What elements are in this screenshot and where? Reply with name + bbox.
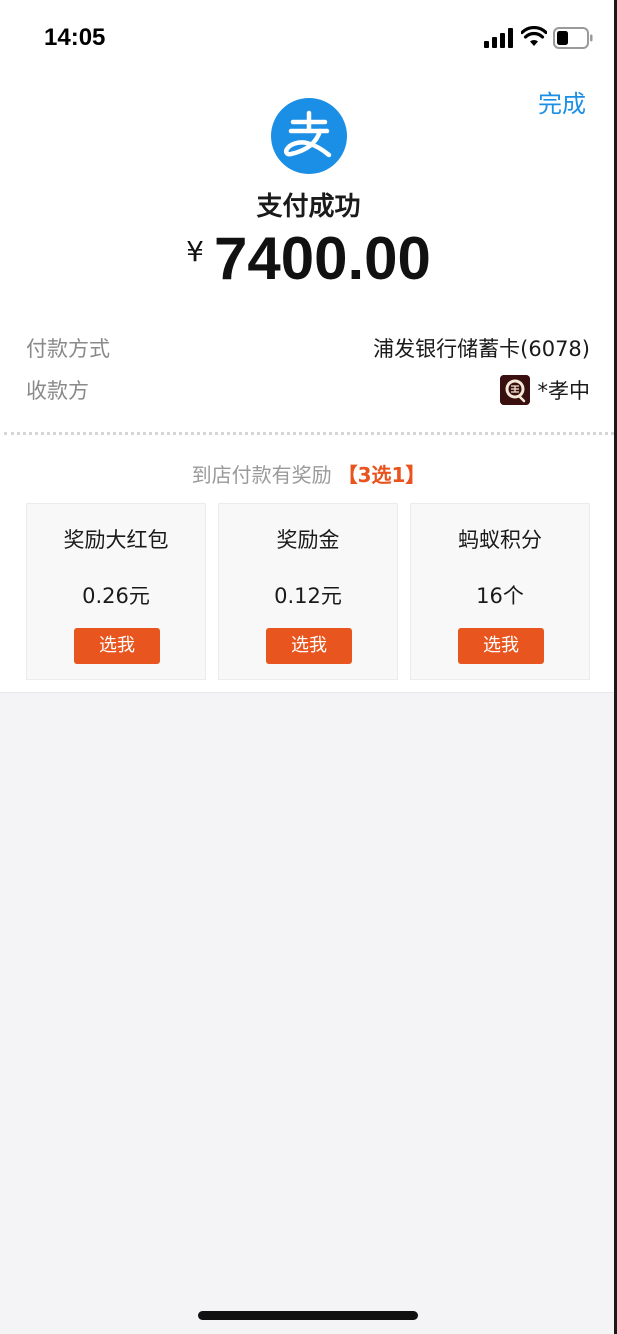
- payment-method-row: 付款方式 浦发银行储蓄卡(6078): [26, 331, 590, 365]
- reward-value: 16个: [476, 584, 524, 608]
- payee-avatar-icon: [499, 375, 530, 405]
- signal-icon: [484, 28, 513, 48]
- amount-value: 7400.00: [213, 225, 431, 292]
- wifi-icon: [521, 26, 547, 46]
- reward-card-ant-points: 蚂蚁积分 16个 选我: [410, 503, 590, 680]
- payment-result-panel: 14:05 完成 支付成功 ¥ 7400.00 付款方式 浦发银行储蓄卡(607…: [0, 0, 617, 693]
- payee-value-group: *孝中: [499, 375, 591, 405]
- reward-choice-tag: 【3选1】: [337, 463, 426, 487]
- payment-method-value: 浦发银行储蓄卡(6078): [373, 337, 590, 361]
- home-indicator[interactable]: [198, 1311, 418, 1320]
- reward-name: 奖励金: [276, 528, 340, 552]
- reward-card-red-packet: 奖励大红包 0.26元 选我: [26, 503, 206, 680]
- payee-row: 收款方 *孝中: [26, 373, 590, 407]
- status-time: 14:05: [44, 24, 106, 51]
- reward-card-reward-gold: 奖励金 0.12元 选我: [218, 503, 398, 680]
- reward-heading-text: 到店付款有奖励: [191, 463, 332, 487]
- battery-icon: [553, 27, 593, 49]
- reward-heading: 到店付款有奖励 【3选1】: [0, 459, 617, 488]
- reward-name: 蚂蚁积分: [458, 528, 542, 552]
- payee-name: *孝中: [537, 379, 591, 403]
- payment-success-page: 14:05 完成 支付成功 ¥ 7400.00 付款方式 浦发银行储蓄卡(607…: [0, 0, 617, 1334]
- status-bar: 14:05: [0, 0, 617, 70]
- reward-name: 奖励大红包: [63, 528, 169, 552]
- payee-label: 收款方: [26, 379, 89, 403]
- reward-value: 0.12元: [274, 584, 342, 608]
- dotted-divider: [4, 432, 614, 435]
- payment-amount: ¥7400.00: [0, 224, 617, 293]
- payment-status-title: 支付成功: [256, 192, 361, 222]
- choose-reward-gold-button[interactable]: 选我: [266, 628, 352, 664]
- payment-method-label: 付款方式: [26, 337, 110, 361]
- done-button[interactable]: 完成: [538, 84, 586, 119]
- reward-value: 0.26元: [82, 584, 150, 608]
- choose-ant-points-button[interactable]: 选我: [458, 628, 544, 664]
- choose-red-packet-button[interactable]: 选我: [74, 628, 160, 664]
- currency-symbol: ¥: [186, 235, 204, 268]
- alipay-logo-icon: [271, 98, 347, 174]
